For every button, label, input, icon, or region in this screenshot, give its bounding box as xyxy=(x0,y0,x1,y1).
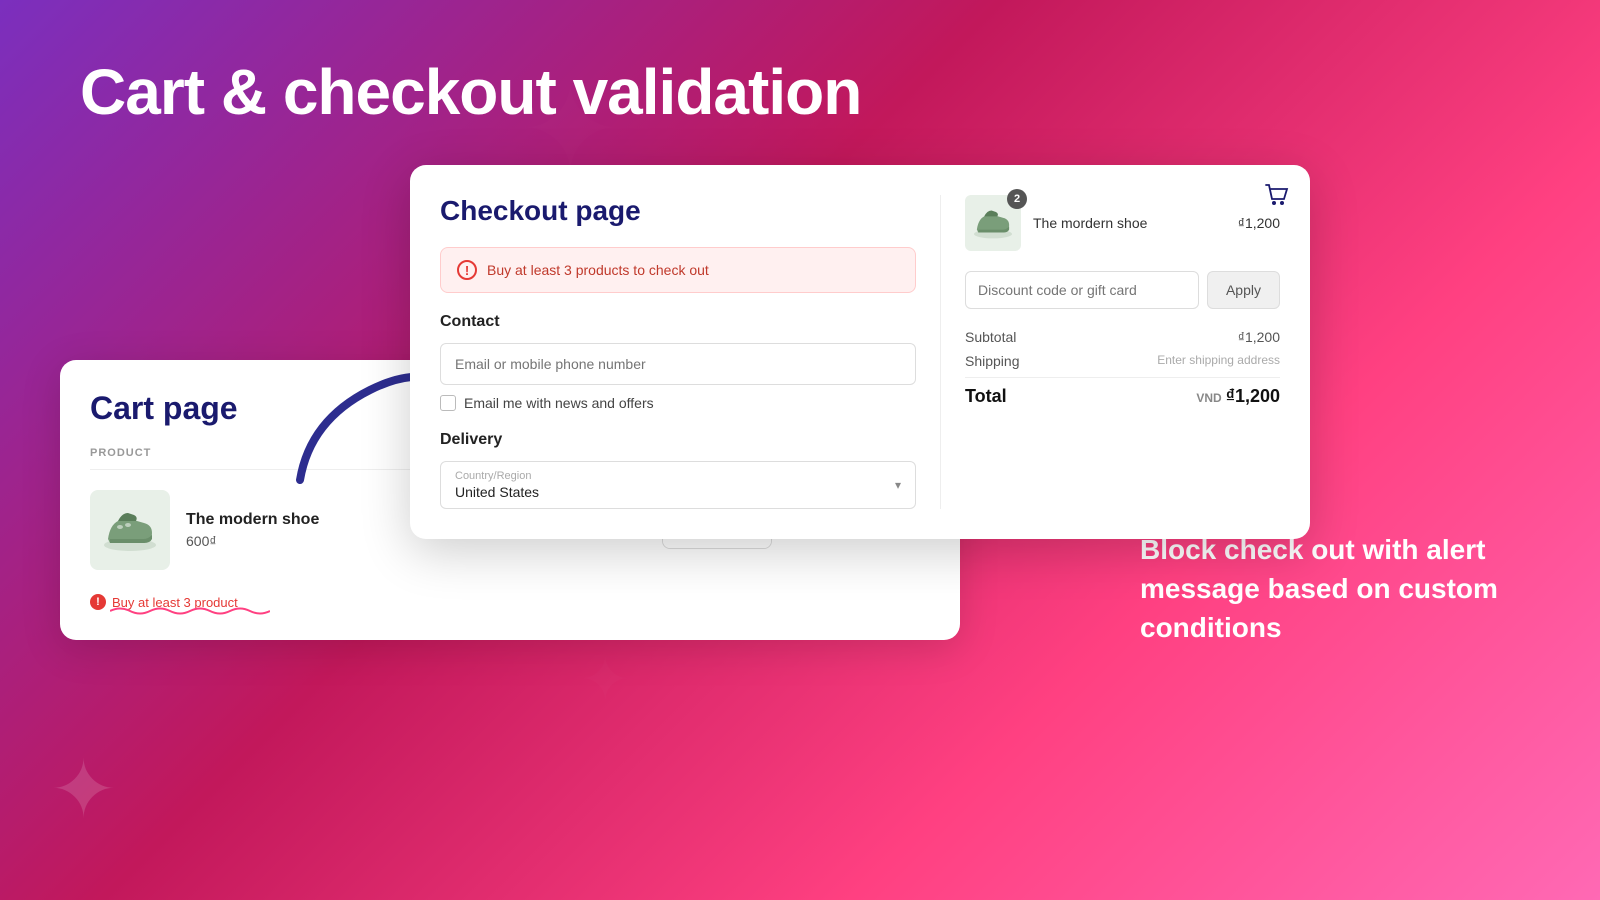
newsletter-checkbox[interactable] xyxy=(440,395,456,411)
total-label: Total xyxy=(965,386,1007,407)
checkout-right-panel: 2 The mordern shoe ₫1,200 Apply Subtotal… xyxy=(940,195,1280,509)
checkout-title: Checkout page xyxy=(440,195,916,227)
subtotal-label: Subtotal xyxy=(965,329,1016,345)
shoe-icon xyxy=(100,505,160,555)
shipping-value: Enter shipping address xyxy=(1157,353,1280,369)
right-text-block: Block check out with alert message based… xyxy=(1140,530,1520,648)
star-decoration-1: ✦ xyxy=(50,750,117,830)
shipping-row: Shipping Enter shipping address xyxy=(965,353,1280,369)
country-select-label: Country/Region xyxy=(455,470,901,482)
checkout-page-card: Checkout page ! Buy at least 3 products … xyxy=(410,165,1310,539)
total-value-wrap: VND ₫1,200 xyxy=(1196,386,1280,407)
product-quantity-badge: 2 xyxy=(1007,189,1027,209)
checkout-product-row: 2 The mordern shoe ₫1,200 xyxy=(965,195,1280,251)
newsletter-label: Email me with news and offers xyxy=(464,395,654,411)
country-select-value: United States xyxy=(455,484,901,500)
page-title: Cart & checkout validation xyxy=(80,55,861,129)
star-decoration-2: ✦ xyxy=(580,650,630,710)
contact-label: Contact xyxy=(440,313,916,331)
checkout-product-name: The mordern shoe xyxy=(1033,215,1226,231)
squiggle-decoration xyxy=(110,604,270,618)
email-input[interactable] xyxy=(440,343,916,385)
error-circle-icon: ! xyxy=(457,260,477,280)
discount-row: Apply xyxy=(965,271,1280,309)
col-product: PRODUCT xyxy=(90,447,151,459)
checkout-product-thumbnail: 2 xyxy=(965,195,1021,251)
subtotal-row: Subtotal ₫1,200 xyxy=(965,329,1280,345)
discount-input[interactable] xyxy=(965,271,1199,309)
checkout-product-price: ₫1,200 xyxy=(1238,215,1280,231)
checkout-error-text: Buy at least 3 products to check out xyxy=(487,262,709,278)
checkout-left-panel: Checkout page ! Buy at least 3 products … xyxy=(440,195,916,509)
total-value: ₫1,200 xyxy=(1226,386,1280,407)
delivery-label: Delivery xyxy=(440,431,916,449)
currency-label: VND xyxy=(1196,391,1221,405)
chevron-down-icon: ▾ xyxy=(895,478,901,492)
error-dot-icon: ! xyxy=(90,594,106,610)
shipping-label: Shipping xyxy=(965,353,1020,369)
subtotal-value: ₫1,200 xyxy=(1238,329,1280,345)
apply-button[interactable]: Apply xyxy=(1207,271,1280,309)
checkout-shoe-icon xyxy=(971,204,1015,242)
checkout-error-banner: ! Buy at least 3 products to check out xyxy=(440,247,916,293)
total-row: Total VND ₫1,200 xyxy=(965,377,1280,407)
cart-product-image xyxy=(90,490,170,570)
newsletter-row: Email me with news and offers xyxy=(440,395,916,411)
country-select[interactable]: Country/Region United States ▾ xyxy=(440,461,916,509)
